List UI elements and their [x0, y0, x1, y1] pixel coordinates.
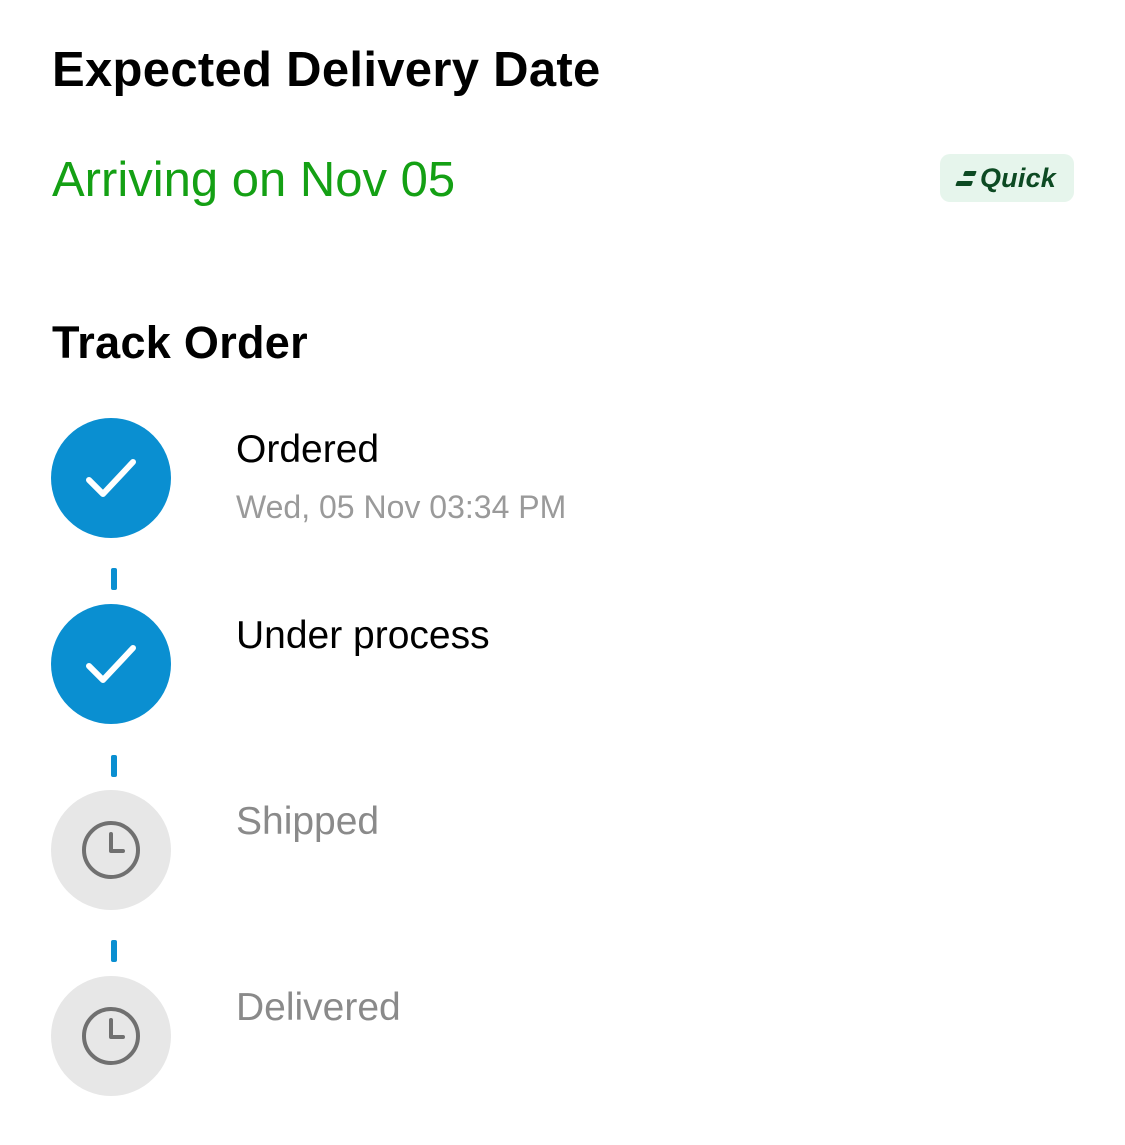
step-shipped-label: Shipped [236, 800, 380, 843]
step-ordered-label: Ordered [236, 428, 380, 471]
quick-badge-label: Quick [979, 162, 1057, 193]
arrival-date-text: Arriving on Nov 05 [52, 153, 456, 207]
speed-lines-icon [955, 170, 977, 186]
step-connector [111, 568, 117, 590]
step-ordered-time: Wed, 05 Nov 03:34 PM [236, 489, 567, 525]
step-shipped-indicator [51, 790, 171, 910]
step-connector [111, 755, 117, 777]
order-tracking-screen: Expected Delivery Date Arriving on Nov 0… [0, 0, 1125, 1145]
step-ordered-indicator [51, 418, 171, 538]
clock-icon [82, 821, 140, 879]
step-under-process-indicator [51, 604, 171, 724]
track-order-title: Track Order [52, 317, 308, 368]
step-delivered-label: Delivered [236, 986, 401, 1029]
checkmark-icon [86, 645, 136, 683]
clock-icon [82, 1007, 140, 1065]
checkmark-icon [86, 459, 136, 497]
step-under-process-label: Under process [236, 614, 490, 657]
step-connector [111, 940, 117, 962]
step-delivered-indicator [51, 976, 171, 1096]
quick-delivery-badge: Quick [940, 154, 1074, 202]
expected-delivery-title: Expected Delivery Date [52, 43, 601, 97]
